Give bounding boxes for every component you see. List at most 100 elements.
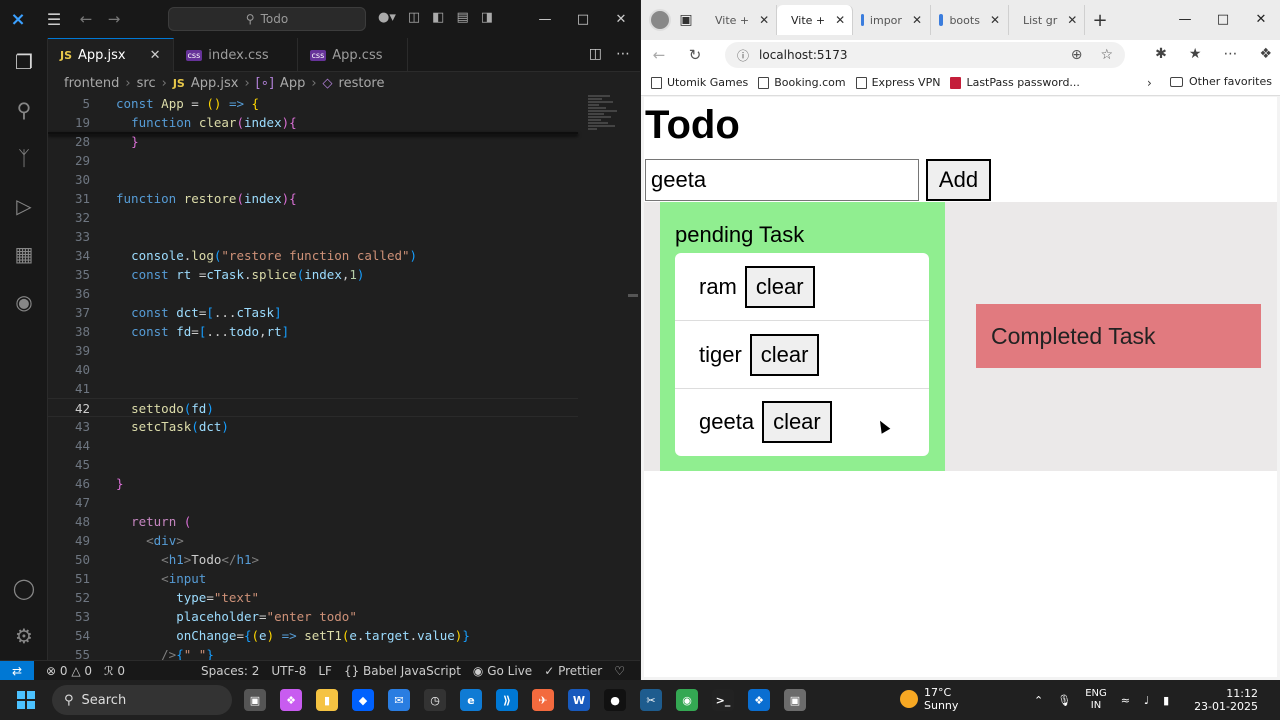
profile-avatar[interactable] xyxy=(649,9,671,31)
settings-gear-icon[interactable]: ⚙ xyxy=(0,612,48,660)
more-icon[interactable]: ⋯ xyxy=(1223,46,1237,62)
tab-index-css[interactable]: css index.css xyxy=(174,38,298,72)
menu-icon[interactable]: ☰ xyxy=(36,10,72,29)
microphone-icon[interactable]: 🎙 xyxy=(1057,694,1071,707)
extensions-icon[interactable]: ✱ xyxy=(1155,46,1167,62)
mail-icon[interactable]: ✉ xyxy=(388,689,410,711)
taskbar-search[interactable]: ⚲ Search xyxy=(52,685,232,715)
prettier-status[interactable]: ✓ Prettier xyxy=(544,664,602,678)
split-editor-icon[interactable]: ◫ xyxy=(589,46,602,62)
breadcrumb-symbol[interactable]: restore xyxy=(339,76,385,91)
maximize-button[interactable]: □ xyxy=(1204,0,1242,38)
search-view-icon[interactable]: ⚲ xyxy=(0,86,48,134)
breadcrumb-folder[interactable]: frontend xyxy=(64,76,119,91)
zoom-icon[interactable]: ⊕ xyxy=(1071,47,1083,63)
explorer-icon[interactable]: ❐ xyxy=(0,38,48,86)
code-editor[interactable]: 5 const App = () => { 19 function clear(i… xyxy=(48,94,640,660)
chevron-right-icon[interactable]: › xyxy=(1147,76,1152,90)
snipping-tool-icon[interactable]: ✂ xyxy=(640,689,662,711)
tab-app-jsx[interactable]: JS App.jsx ✕ xyxy=(48,38,174,72)
tab-app-css[interactable]: css App.css xyxy=(298,38,408,72)
browser-tab[interactable]: boots ✕ xyxy=(931,5,1009,35)
vscode-app-icon[interactable]: ⟫ xyxy=(496,689,518,711)
volume-icon[interactable]: ♩ xyxy=(1144,694,1149,707)
scrollbar[interactable] xyxy=(628,294,638,297)
refresh-icon[interactable]: ↻ xyxy=(677,46,713,64)
close-tab-icon[interactable]: ✕ xyxy=(150,48,161,63)
close-tab-icon[interactable]: ✕ xyxy=(1067,13,1077,27)
close-button[interactable]: ✕ xyxy=(602,0,640,38)
account-icon[interactable]: ◯ xyxy=(0,564,48,612)
remote-icon[interactable]: ⇄ xyxy=(0,660,34,681)
minimap[interactable] xyxy=(588,94,624,214)
remote-explorer-icon[interactable]: ◉ xyxy=(0,278,48,326)
copilot-app-icon[interactable]: ❖ xyxy=(280,689,302,711)
back-icon[interactable]: ← xyxy=(641,46,677,64)
browser-tab[interactable]: List gr ✕ xyxy=(1009,5,1085,35)
word-icon[interactable]: W xyxy=(568,689,590,711)
start-button[interactable] xyxy=(6,680,46,720)
minimize-button[interactable]: — xyxy=(1166,0,1204,38)
copilot-icon[interactable]: ●▾ xyxy=(378,10,396,25)
ports-status[interactable]: ℛ 0 xyxy=(104,664,125,678)
breadcrumb-symbol[interactable]: App xyxy=(280,76,305,91)
breadcrumb-file[interactable]: App.jsx xyxy=(191,76,239,91)
maximize-button[interactable]: □ xyxy=(564,0,602,38)
todo-input[interactable] xyxy=(645,159,919,201)
toggle-sidebar-icon[interactable]: ◧ xyxy=(432,10,444,25)
edge-browser-icon[interactable]: e xyxy=(460,689,482,711)
weather-widget[interactable]: 17°C Sunny xyxy=(900,686,958,712)
bookmark-item[interactable]: LastPass password... xyxy=(950,76,1080,89)
favorites-icon[interactable]: ★ xyxy=(1189,46,1202,62)
address-bar[interactable]: ⓘ localhost:5173 ⊕ ☆ xyxy=(725,42,1125,68)
clear-button[interactable]: clear xyxy=(744,265,815,308)
close-tab-icon[interactable]: ✕ xyxy=(990,13,1000,27)
close-tab-icon[interactable]: ✕ xyxy=(835,13,845,27)
bookmark-item[interactable]: Booking.com xyxy=(758,76,846,89)
copilot-icon[interactable]: ❖ xyxy=(1259,46,1272,62)
more-actions-icon[interactable]: ⋯ xyxy=(616,46,630,62)
toggle-panel-icon[interactable]: ▤ xyxy=(456,10,468,25)
problems-status[interactable]: ⊗ 0 △ 0 xyxy=(46,664,92,678)
extensions-icon[interactable]: ▦ xyxy=(0,230,48,278)
favorite-star-icon[interactable]: ☆ xyxy=(1100,47,1113,63)
run-debug-icon[interactable]: ▷ xyxy=(0,182,48,230)
chrome-icon[interactable]: ◉ xyxy=(676,689,698,711)
encoding-status[interactable]: UTF-8 xyxy=(271,664,306,678)
notifications-bell-icon[interactable]: ♡ xyxy=(614,664,625,678)
tab-actions-icon[interactable]: ▣ xyxy=(671,12,701,28)
task-view-icon[interactable]: ▣ xyxy=(244,689,266,711)
layout-icon[interactable]: ◫ xyxy=(408,10,420,25)
chevron-up-icon[interactable]: ⌃ xyxy=(1034,694,1043,707)
forward-arrow-icon[interactable]: → xyxy=(100,10,128,28)
postman-icon[interactable]: ✈ xyxy=(532,689,554,711)
back-arrow-icon[interactable]: ← xyxy=(72,10,100,28)
github-desktop-icon[interactable]: ● xyxy=(604,689,626,711)
clear-button[interactable]: clear xyxy=(762,401,832,443)
bookmark-item[interactable]: Express VPN xyxy=(855,76,940,89)
browser-tab[interactable]: impor ✕ xyxy=(853,5,931,35)
photos-icon[interactable]: ▣ xyxy=(784,689,806,711)
wifi-icon[interactable]: ≈ xyxy=(1121,694,1130,707)
clock-app-icon[interactable]: ◷ xyxy=(424,689,446,711)
file-explorer-icon[interactable]: ▮ xyxy=(316,689,338,711)
close-button[interactable]: ✕ xyxy=(1242,0,1280,38)
add-button[interactable]: Add xyxy=(926,159,991,201)
language-indicator[interactable]: ENG IN xyxy=(1085,688,1107,712)
other-favorites[interactable]: Other favorites xyxy=(1170,75,1272,88)
taskbar-clock[interactable]: 11:12 23-01-2025 xyxy=(1194,687,1258,713)
terminal-icon[interactable]: >_ xyxy=(712,689,734,711)
eol-status[interactable]: LF xyxy=(318,664,332,678)
source-control-icon[interactable]: ᛉ xyxy=(0,134,48,182)
indentation-status[interactable]: Spaces: 2 xyxy=(201,664,259,678)
site-info-icon[interactable]: ⓘ xyxy=(737,47,749,64)
language-mode[interactable]: {} Babel JavaScript xyxy=(344,664,461,678)
close-tab-icon[interactable]: ✕ xyxy=(759,13,769,27)
minimize-button[interactable]: — xyxy=(526,0,564,38)
go-live-button[interactable]: ◉ Go Live xyxy=(473,664,532,678)
breadcrumb-folder[interactable]: src xyxy=(137,76,156,91)
battery-icon[interactable]: ▮ xyxy=(1163,694,1169,707)
bookmark-item[interactable]: Utomik Games xyxy=(651,76,748,89)
browser-tab-active[interactable]: Vite + ✕ xyxy=(777,5,853,35)
close-tab-icon[interactable]: ✕ xyxy=(912,13,922,27)
